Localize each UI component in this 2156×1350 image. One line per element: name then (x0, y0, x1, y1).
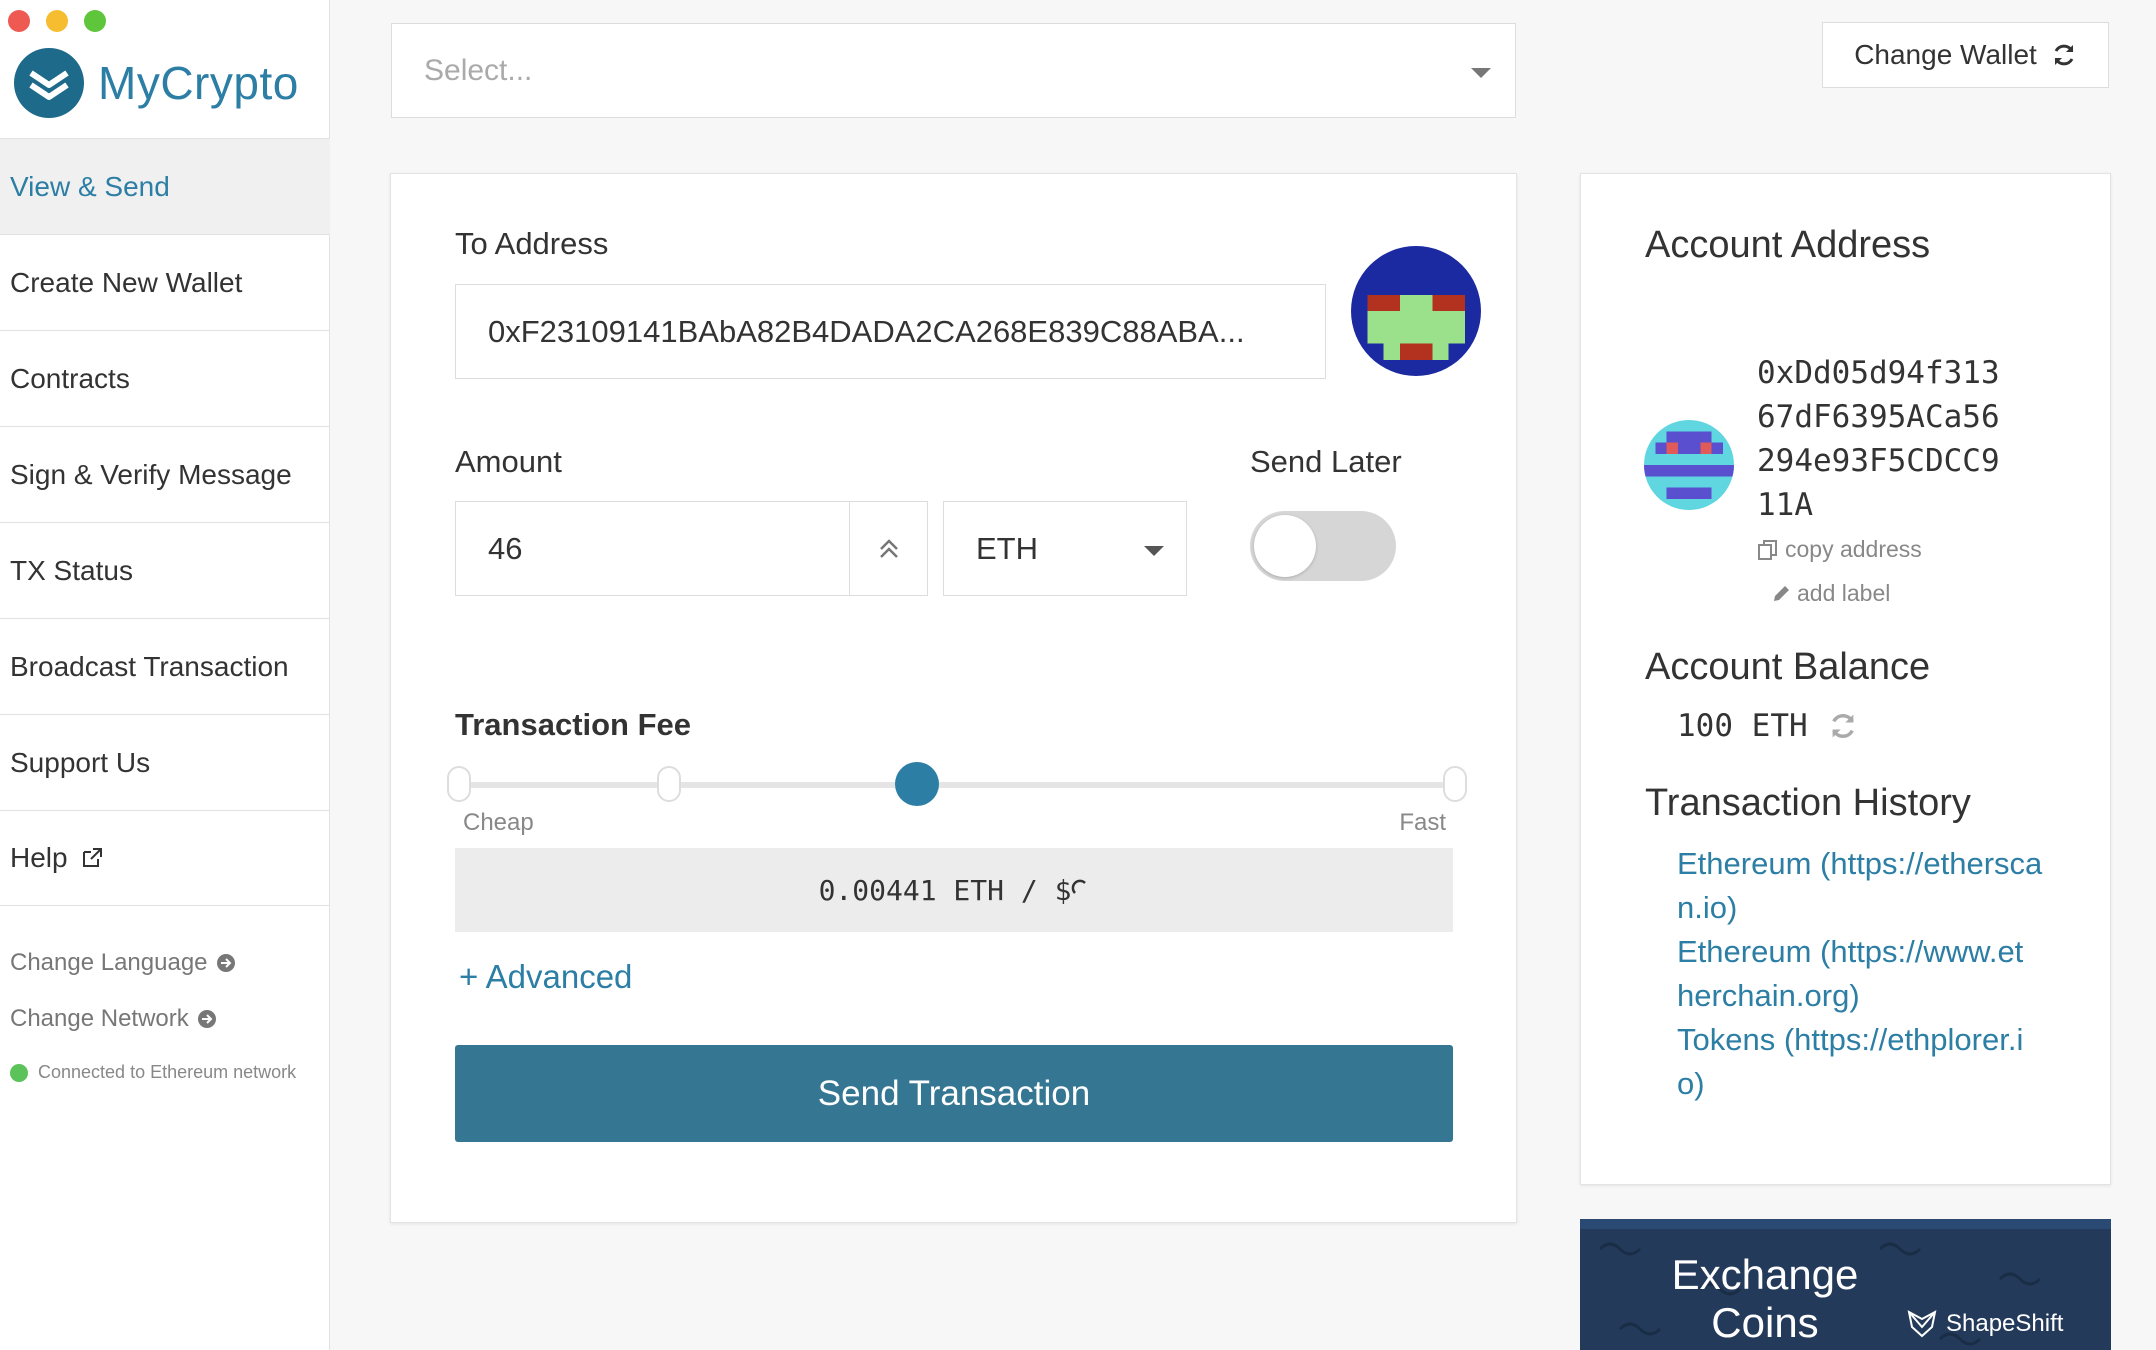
copy-icon (1758, 539, 1777, 560)
amount-label: Amount (455, 444, 562, 479)
chevron-down-icon (1144, 546, 1164, 556)
sidebar: MyCrypto View & Send Create New Wallet C… (0, 0, 330, 1350)
copy-address-label: copy address (1785, 536, 1922, 562)
refresh-balance-icon[interactable] (1828, 711, 1858, 741)
amount-input[interactable]: 46 (455, 501, 928, 596)
mycrypto-logo-icon (14, 48, 84, 118)
fee-display-text: 0.00441 ETH / $ (818, 873, 1072, 907)
advanced-toggle-link[interactable]: + Advanced (459, 958, 632, 996)
send-later-label: Send Later (1250, 444, 1402, 479)
arrow-circle-right-icon (197, 1010, 216, 1028)
fee-fast-label: Fast (1399, 809, 1446, 836)
recipient-identicon (1351, 246, 1481, 376)
account-address: 0xDd05d94f313 67dF6395ACa56 294e93F5CDCC… (1757, 351, 2000, 527)
sidebar-item-broadcast[interactable]: Broadcast Transaction (0, 618, 330, 714)
account-balance-title: Account Balance (1645, 646, 1931, 688)
sidebar-item-help[interactable]: Help (0, 810, 330, 906)
sidebar-item-contracts[interactable]: Contracts (0, 330, 330, 426)
sidebar-item-label: Support Us (10, 746, 151, 778)
account-info-card: Account Address 0xDd05d94f313 67dF6395AC… (1580, 173, 2111, 1185)
to-address-value: 0xF23109141BAbA82B4DADA2CA268E839C88ABA.… (488, 313, 1245, 349)
address-line: 294e93F5CDCC9 (1757, 443, 2000, 479)
amount-value: 46 (488, 530, 523, 566)
minimize-window-button[interactable] (46, 10, 68, 32)
add-label-text: add label (1797, 580, 1891, 606)
double-chevron-up-icon (879, 538, 898, 558)
loading-spinner-icon (1072, 879, 1087, 894)
status-dot-icon (10, 1063, 28, 1082)
amount-max-button[interactable] (849, 502, 927, 595)
fee-cheap-label: Cheap (463, 809, 534, 836)
sidebar-item-label: Sign & Verify Message (10, 458, 292, 490)
external-link-icon (82, 848, 102, 867)
exchange-coins-banner[interactable]: Exchange Coins ShapeShift (1580, 1219, 2111, 1350)
fee-slider-stop (447, 766, 471, 802)
change-wallet-button[interactable]: Change Wallet (1822, 22, 2109, 88)
app-name: MyCrypto (98, 57, 299, 109)
change-language-label: Change Language (10, 949, 208, 976)
sidebar-item-label: Broadcast Transaction (10, 650, 289, 682)
currency-value: ETH (976, 530, 1038, 566)
fee-slider-handle[interactable] (895, 762, 939, 806)
fee-display: 0.00441 ETH / $ (455, 848, 1453, 932)
sidebar-sub-links: Change Language Change Network (10, 935, 236, 1047)
toggle-knob (1254, 515, 1316, 577)
to-address-input[interactable]: 0xF23109141BAbA82B4DADA2CA268E839C88ABA.… (455, 284, 1326, 379)
app-logo[interactable]: MyCrypto (14, 48, 299, 118)
wallet-select-dropdown[interactable]: Select... (391, 23, 1516, 118)
transaction-fee-title: Transaction Fee (455, 707, 692, 742)
history-link-ethplorer[interactable]: Tokens (https://ethplorer.i o) (1677, 1018, 2057, 1106)
sidebar-item-tx-status[interactable]: TX Status (0, 522, 330, 618)
to-address-label: To Address (455, 226, 609, 261)
send-later-toggle[interactable] (1250, 511, 1396, 581)
sidebar-item-label: View & Send (10, 170, 170, 202)
change-wallet-label: Change Wallet (1854, 39, 2037, 70)
close-window-button[interactable] (8, 10, 30, 32)
currency-select[interactable]: ETH (943, 501, 1187, 596)
window-controls (8, 10, 106, 32)
change-network-link[interactable]: Change Network (10, 991, 236, 1047)
fee-slider-stop (657, 766, 681, 802)
chevron-down-icon (1471, 68, 1491, 78)
address-line: 11A (1757, 487, 1813, 523)
sidebar-item-label: Contracts (10, 362, 130, 394)
refresh-icon (2054, 44, 2074, 66)
add-label-link[interactable]: add label (1771, 580, 1890, 607)
history-link-etherscan[interactable]: Ethereum (https://ethersca n.io) (1677, 842, 2057, 930)
shapeshift-brand: ShapeShift (1906, 1309, 2063, 1339)
sidebar-item-label: TX Status (10, 554, 133, 586)
fee-slider-stop (1443, 766, 1467, 802)
sidebar-item-label: Help (10, 842, 68, 873)
sidebar-nav: View & Send Create New Wallet Contracts … (0, 138, 330, 906)
sidebar-item-support[interactable]: Support Us (0, 714, 330, 810)
pencil-icon (1774, 585, 1789, 601)
sidebar-item-label: Create New Wallet (10, 266, 243, 298)
exchange-title: Exchange Coins (1671, 1251, 1859, 1346)
account-balance-value: 100 ETH (1677, 708, 1808, 744)
change-network-label: Change Network (10, 1005, 189, 1032)
fee-slider-track[interactable] (457, 782, 1457, 788)
address-line: 67dF6395ACa56 (1757, 399, 2000, 435)
address-line: 0xDd05d94f313 (1757, 355, 2000, 391)
change-language-link[interactable]: Change Language (10, 935, 236, 991)
transaction-history-title: Transaction History (1645, 782, 1971, 824)
sidebar-item-sign-verify[interactable]: Sign & Verify Message (0, 426, 330, 522)
sidebar-item-view-send[interactable]: View & Send (0, 138, 330, 234)
account-identicon (1644, 420, 1734, 510)
account-balance: 100 ETH (1677, 708, 1858, 744)
shapeshift-name: ShapeShift (1946, 1310, 2064, 1337)
connection-status-text: Connected to Ethereum network (38, 1062, 297, 1082)
history-link-etherchain[interactable]: Ethereum (https://www.et herchain.org) (1677, 930, 2057, 1018)
select-placeholder: Select... (424, 53, 533, 87)
send-transaction-card: To Address 0xF23109141BAbA82B4DADA2CA268… (390, 173, 1517, 1223)
copy-address-link[interactable]: copy address (1757, 536, 1922, 563)
connection-status: Connected to Ethereum network (10, 1062, 296, 1083)
arrow-circle-right-icon (216, 954, 235, 972)
sidebar-item-create-wallet[interactable]: Create New Wallet (0, 234, 330, 330)
maximize-window-button[interactable] (84, 10, 106, 32)
account-address-title: Account Address (1645, 224, 1931, 266)
shapeshift-fox-icon (1907, 1310, 1937, 1338)
send-transaction-button[interactable]: Send Transaction (455, 1045, 1453, 1142)
